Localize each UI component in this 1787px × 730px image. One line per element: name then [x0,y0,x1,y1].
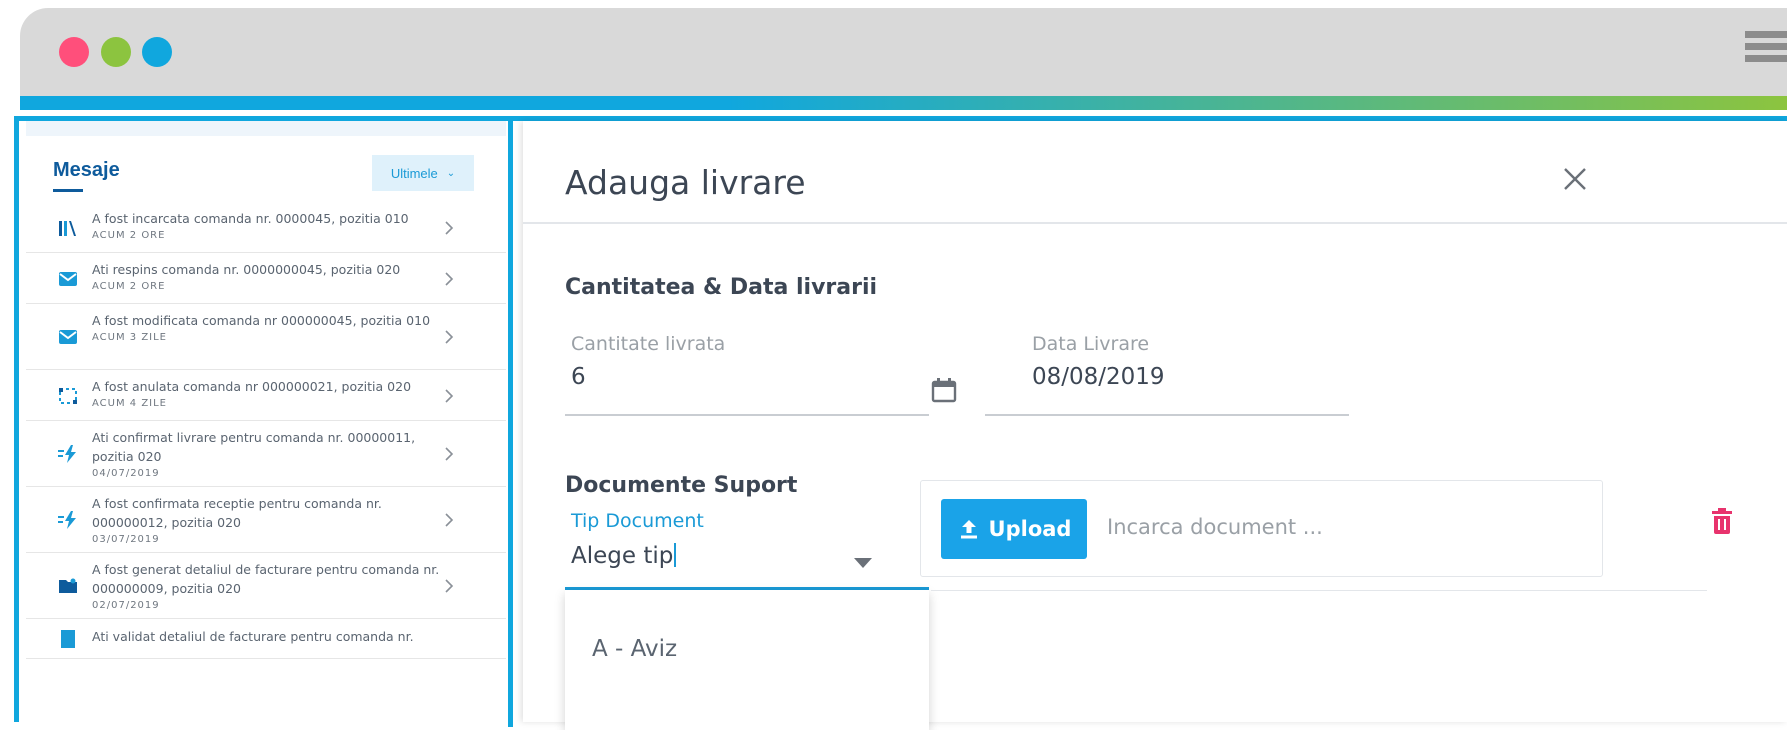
message-body: A fost confirmata receptie pentru comand… [92,496,382,530]
message-item[interactable]: A fost anulata comanda nr 000000021, poz… [26,370,506,421]
doc-type-value: Alege tip [571,543,674,569]
message-item[interactable]: A fost incarcata comanda nr. 0000045, po… [26,202,506,253]
caret-down-icon[interactable] [854,558,872,568]
section-support-docs: Documente Suport [565,473,798,498]
message-text: Ati validat detaliul de facturare pentru… [92,627,447,646]
upload-placeholder: Incarca document ... [1107,515,1323,539]
maximize-window-dot[interactable] [142,37,172,67]
modal-header-separator [523,222,1787,224]
chevron-right-icon [445,221,454,235]
message-body: A fost generat detaliul de facturare pen… [92,562,440,596]
app-frame: Mesaje Ultimele ⌄ A fost incarcata coman… [14,116,1787,730]
message-text: A fost confirmata receptie pentru comand… [92,494,447,546]
upload-icon [960,520,977,539]
message-time: ACUM 3 ZILE [92,332,168,343]
quantity-value[interactable]: 6 [571,364,586,390]
calendar-icon[interactable] [931,377,957,403]
modal-title: Adauga livrare [565,163,806,202]
message-item[interactable]: A fost modificata comanda nr 000000045, … [26,304,506,370]
message-text: A fost generat detaliul de facturare pen… [92,560,447,612]
envelope-icon [57,326,79,348]
add-delivery-modal: Adauga livrare Cantitatea & Data livrari… [523,121,1787,730]
doc-type-dropdown: A - Aviz [565,590,929,730]
chevron-right-icon [445,389,454,403]
chevron-right-icon [445,272,454,286]
chevron-right-icon [445,330,454,344]
messages-title-underline [53,189,83,192]
message-time: 04/07/2019 [92,468,160,479]
quantity-underline [565,414,929,416]
close-icon[interactable] [1562,166,1588,192]
message-time: 03/07/2019 [92,534,160,545]
upload-button[interactable]: Upload [941,499,1087,559]
message-text: Ati respins comanda nr. 0000000045, pozi… [92,260,447,293]
panel-divider [508,121,513,727]
message-body: Ati validat detaliul de facturare pentru… [92,629,414,644]
bolt-icon [57,443,79,465]
message-text: Ati confirmat livrare pentru comanda nr.… [92,428,447,480]
selection-icon [57,385,79,407]
message-item[interactable]: Ati confirmat livrare pentru comanda nr.… [26,421,506,487]
message-text: A fost modificata comanda nr 000000045, … [92,311,447,344]
messages-sidebar: Mesaje Ultimele ⌄ A fost incarcata coman… [26,121,506,722]
chevron-right-icon [445,579,454,593]
message-time: 02/07/2019 [92,600,160,611]
sidebar-top-strip [26,121,506,136]
message-body: A fost incarcata comanda nr. 0000045, po… [92,211,409,226]
message-item[interactable]: Ati respins comanda nr. 0000000045, pozi… [26,253,506,304]
messages-title: Mesaje [53,159,120,181]
text-caret [674,543,677,567]
bolt-icon [57,509,79,531]
message-text: A fost anulata comanda nr 000000021, poz… [92,377,447,410]
section-quantity-date: Cantitatea & Data livrarii [565,275,878,300]
hamburger-icon[interactable] [1745,31,1787,71]
accent-gradient-bar [20,96,1787,110]
filter-label: Ultimele [390,165,438,181]
chevron-right-icon [445,513,454,527]
chevron-down-icon: ⌄ [446,167,456,179]
envelope-icon [57,268,79,290]
message-item[interactable]: Ati validat detaliul de facturare pentru… [26,619,506,659]
message-body: Ati confirmat livrare pentru comanda nr.… [92,430,416,464]
dropdown-option-aviz[interactable]: A - Aviz [592,636,677,662]
folder-icon [57,575,79,597]
window-titlebar [20,8,1787,96]
filter-dropdown[interactable]: Ultimele ⌄ [372,155,474,191]
message-time: ACUM 4 ZILE [92,398,168,409]
quantity-label: Cantitate livrata [571,333,726,355]
message-time: ACUM 2 ORE [92,281,166,292]
doc-type-input[interactable]: Alege tip [571,543,677,569]
message-body: Ati respins comanda nr. 0000000045, pozi… [92,262,401,277]
upload-label: Upload [988,517,1072,541]
message-list: A fost incarcata comanda nr. 0000045, po… [26,202,506,659]
message-text: A fost incarcata comanda nr. 0000045, po… [92,209,447,242]
close-window-dot[interactable] [59,37,89,67]
documents-separator [931,590,1707,591]
upload-box: Upload Incarca document ... [920,480,1603,577]
message-body: A fost modificata comanda nr 000000045, … [92,313,431,328]
date-value[interactable]: 08/08/2019 [1032,364,1165,390]
message-item[interactable]: A fost confirmata receptie pentru comand… [26,487,506,553]
date-underline [985,414,1349,416]
date-label: Data Livrare [1032,333,1150,355]
document-icon [57,628,79,650]
browser-window: Mesaje Ultimele ⌄ A fost incarcata coman… [14,8,1787,730]
minimize-window-dot[interactable] [101,37,131,67]
message-body: A fost anulata comanda nr 000000021, poz… [92,379,412,394]
doc-type-label: Tip Document [571,510,704,532]
message-item[interactable]: A fost generat detaliul de facturare pen… [26,553,506,619]
books-icon [57,217,79,239]
chevron-right-icon [445,447,454,461]
message-time: ACUM 2 ORE [92,230,166,241]
trash-icon[interactable] [1710,507,1734,535]
